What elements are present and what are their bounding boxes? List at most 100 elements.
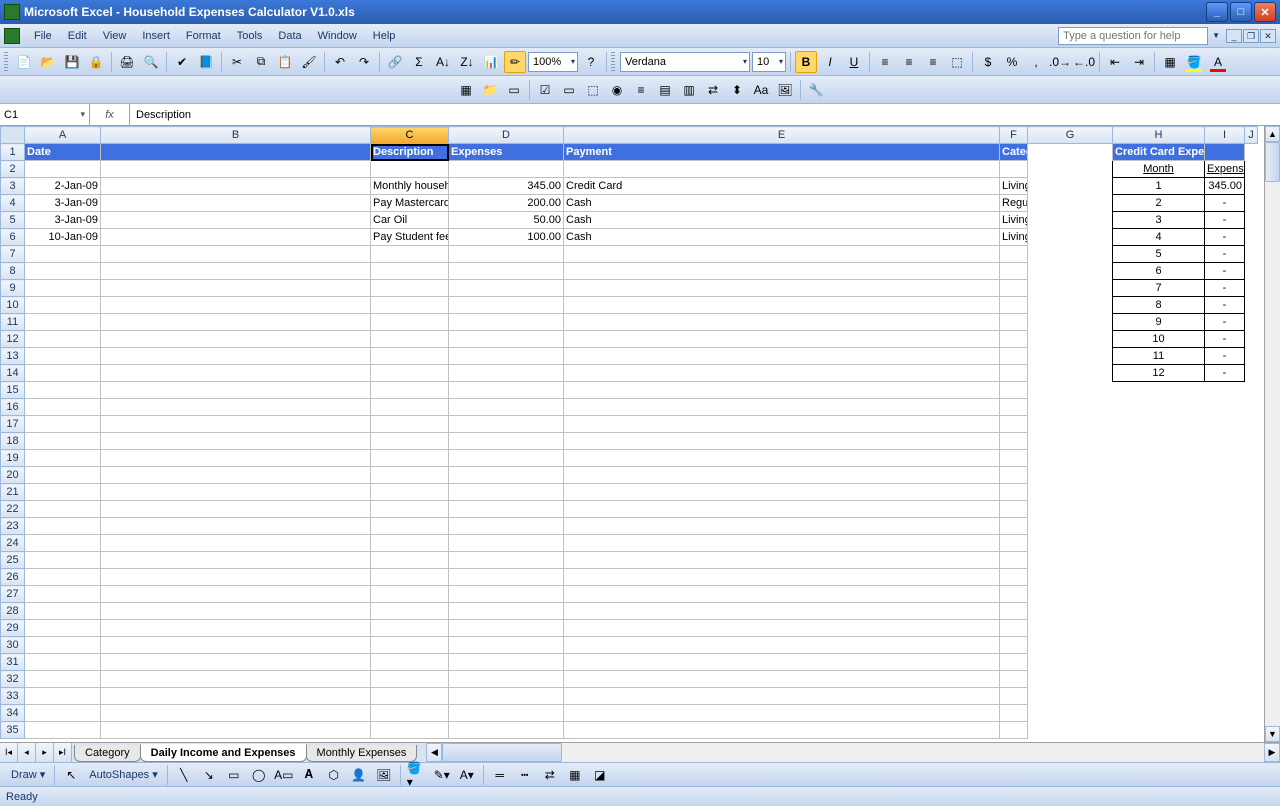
cell-B32[interactable] <box>101 671 371 688</box>
cell-J28[interactable] <box>1245 603 1258 620</box>
cell-H33[interactable] <box>1113 688 1205 705</box>
dash-style-button[interactable]: ┅ <box>514 764 536 786</box>
cell-G16[interactable] <box>1028 399 1113 416</box>
cell-C7[interactable] <box>371 246 449 263</box>
cell-F11[interactable] <box>1000 314 1028 331</box>
cell-J32[interactable] <box>1245 671 1258 688</box>
cell-J5[interactable] <box>1245 212 1258 229</box>
help-dropdown-icon[interactable]: ▼ <box>1212 31 1220 40</box>
cell-B24[interactable] <box>101 535 371 552</box>
cell-G10[interactable] <box>1028 297 1113 314</box>
menu-view[interactable]: View <box>95 28 135 44</box>
col-header-C[interactable]: C <box>371 127 449 144</box>
cell-B29[interactable] <box>101 620 371 637</box>
cell-J8[interactable] <box>1245 263 1258 280</box>
cell-F3[interactable]: Living Expenses - Needs - Groceries <box>1000 178 1028 195</box>
row-header-35[interactable]: 35 <box>1 722 25 739</box>
row-header-13[interactable]: 13 <box>1 348 25 365</box>
cell-F32[interactable] <box>1000 671 1028 688</box>
row-header-15[interactable]: 15 <box>1 382 25 399</box>
cell-I34[interactable] <box>1205 705 1245 722</box>
row-header-3[interactable]: 3 <box>1 178 25 195</box>
cell-D26[interactable] <box>449 569 564 586</box>
cell-C35[interactable] <box>371 722 449 739</box>
cell-G5[interactable] <box>1028 212 1113 229</box>
close-button[interactable]: ✕ <box>1254 2 1276 22</box>
row-header-21[interactable]: 21 <box>1 484 25 501</box>
research-button[interactable]: 📘 <box>195 51 217 73</box>
cell-D19[interactable] <box>449 450 564 467</box>
row-header-28[interactable]: 28 <box>1 603 25 620</box>
cell-F26[interactable] <box>1000 569 1028 586</box>
maximize-button[interactable]: □ <box>1230 2 1252 22</box>
cell-A25[interactable] <box>25 552 101 569</box>
tab-nav-prev[interactable]: ◂ <box>18 743 36 762</box>
cell-B16[interactable] <box>101 399 371 416</box>
cell-I21[interactable] <box>1205 484 1245 501</box>
cell-A21[interactable] <box>25 484 101 501</box>
cell-G1[interactable] <box>1028 144 1113 161</box>
cell-C26[interactable] <box>371 569 449 586</box>
cell-A27[interactable] <box>25 586 101 603</box>
cell-I30[interactable] <box>1205 637 1245 654</box>
cell-I35[interactable] <box>1205 722 1245 739</box>
cell-E33[interactable] <box>564 688 1000 705</box>
undo-button[interactable]: ↶ <box>329 51 351 73</box>
cell-G19[interactable] <box>1028 450 1113 467</box>
rectangle-button[interactable]: ▭ <box>223 764 245 786</box>
cell-G32[interactable] <box>1028 671 1113 688</box>
cell-D7[interactable] <box>449 246 564 263</box>
cell-G26[interactable] <box>1028 569 1113 586</box>
cell-I18[interactable] <box>1205 433 1245 450</box>
decrease-decimal-button[interactable]: ←.0 <box>1073 51 1095 73</box>
cell-C32[interactable] <box>371 671 449 688</box>
cell-J16[interactable] <box>1245 399 1258 416</box>
wordart-button[interactable]: 𝐀 <box>298 764 320 786</box>
cell-I12[interactable]: - <box>1205 331 1245 348</box>
row-header-34[interactable]: 34 <box>1 705 25 722</box>
cell-A18[interactable] <box>25 433 101 450</box>
row-header-7[interactable]: 7 <box>1 246 25 263</box>
cell-G3[interactable] <box>1028 178 1113 195</box>
fill-color-button[interactable]: 🪣 <box>1183 51 1205 73</box>
cell-D18[interactable] <box>449 433 564 450</box>
menu-window[interactable]: Window <box>310 28 365 44</box>
cell-I14[interactable]: - <box>1205 365 1245 382</box>
cell-B34[interactable] <box>101 705 371 722</box>
vscroll-track[interactable] <box>1265 142 1280 726</box>
cell-C20[interactable] <box>371 467 449 484</box>
cell-C11[interactable] <box>371 314 449 331</box>
drawing-toggle-button[interactable]: ✏ <box>504 51 526 73</box>
cell-I3[interactable]: 345.00 <box>1205 178 1245 195</box>
tb2-btn-1[interactable]: ▦ <box>455 79 477 101</box>
cell-F25[interactable] <box>1000 552 1028 569</box>
autosum-button[interactable]: Σ <box>408 51 430 73</box>
cell-G20[interactable] <box>1028 467 1113 484</box>
hscroll-thumb[interactable] <box>442 743 562 762</box>
cell-D28[interactable] <box>449 603 564 620</box>
cell-E19[interactable] <box>564 450 1000 467</box>
cell-G31[interactable] <box>1028 654 1113 671</box>
cell-G2[interactable] <box>1028 161 1113 178</box>
cell-I19[interactable] <box>1205 450 1245 467</box>
cell-A6[interactable]: 10-Jan-09 <box>25 229 101 246</box>
tb2-btn-15[interactable]: 🔧 <box>805 79 827 101</box>
tb2-btn-11[interactable]: ⇄ <box>702 79 724 101</box>
cell-A9[interactable] <box>25 280 101 297</box>
cell-C14[interactable] <box>371 365 449 382</box>
cell-I5[interactable]: - <box>1205 212 1245 229</box>
cell-J21[interactable] <box>1245 484 1258 501</box>
cell-I10[interactable]: - <box>1205 297 1245 314</box>
bold-button[interactable]: B <box>795 51 817 73</box>
cell-B18[interactable] <box>101 433 371 450</box>
cell-E26[interactable] <box>564 569 1000 586</box>
cell-J20[interactable] <box>1245 467 1258 484</box>
cell-I24[interactable] <box>1205 535 1245 552</box>
cell-I1[interactable] <box>1205 144 1245 161</box>
cell-C23[interactable] <box>371 518 449 535</box>
cell-J10[interactable] <box>1245 297 1258 314</box>
row-header-18[interactable]: 18 <box>1 433 25 450</box>
cell-G27[interactable] <box>1028 586 1113 603</box>
cell-J11[interactable] <box>1245 314 1258 331</box>
cell-H31[interactable] <box>1113 654 1205 671</box>
